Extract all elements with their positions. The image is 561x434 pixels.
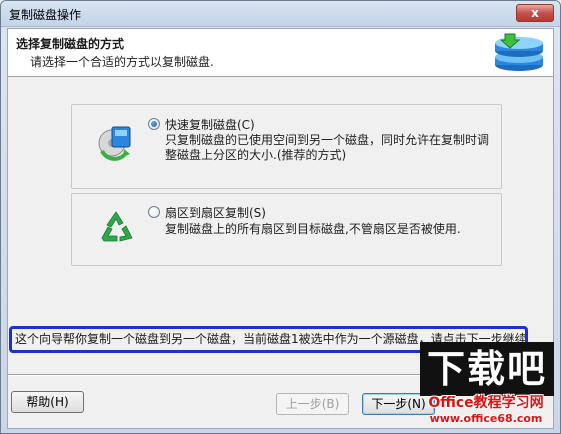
watermark-logo: 下载吧	[420, 342, 554, 396]
close-button[interactable]: x	[516, 4, 554, 22]
help-button[interactable]: 帮助(H)	[11, 391, 84, 413]
fast-copy-label[interactable]: 快速复制磁盘(C)	[165, 116, 255, 133]
fast-copy-radio[interactable]	[148, 118, 160, 130]
recycle-icon	[101, 211, 133, 242]
option-fast-copy[interactable]: 快速复制磁盘(C) 只复制磁盘的已使用空间到另一个磁盘，同时允许在复制时调整磁盘…	[71, 104, 502, 189]
watermark-url: www.office68.com	[429, 412, 543, 425]
dialog-window: 复制磁盘操作 x 选择复制磁盘的方式 请选择一个合适的方式以复制磁盘. 快速复制…	[0, 0, 561, 434]
watermark-site-name: Office教程学习网	[428, 395, 544, 411]
sector-copy-description: 复制磁盘上的所有扇区到目标磁盘,不管扇区是否被使用.	[165, 222, 461, 236]
sector-copy-radio[interactable]	[148, 206, 160, 218]
wizard-header: 选择复制磁盘的方式 请选择一个合适的方式以复制磁盘.	[8, 29, 553, 77]
disk-copy-icon	[98, 126, 131, 161]
site-watermark: 下载吧 Office教程学习网 www.office68.com	[416, 342, 556, 430]
sector-copy-label[interactable]: 扇区到扇区复制(S)	[165, 204, 266, 221]
back-button[interactable]: 上一步(B)	[276, 393, 349, 415]
page-subtitle: 请选择一个合适的方式以复制磁盘.	[30, 55, 214, 69]
fast-copy-description: 只复制磁盘的已使用空间到另一个磁盘，同时允许在复制时调整磁盘上分区的大小.(推荐…	[165, 133, 490, 162]
window-title: 复制磁盘操作	[9, 8, 82, 22]
page-title: 选择复制磁盘的方式	[16, 37, 125, 51]
disk-stack-icon	[495, 33, 543, 71]
title-bar[interactable]: 复制磁盘操作 x	[1, 1, 560, 27]
option-sector-copy[interactable]: 扇区到扇区复制(S) 复制磁盘上的所有扇区到目标磁盘,不管扇区是否被使用.	[71, 193, 502, 266]
